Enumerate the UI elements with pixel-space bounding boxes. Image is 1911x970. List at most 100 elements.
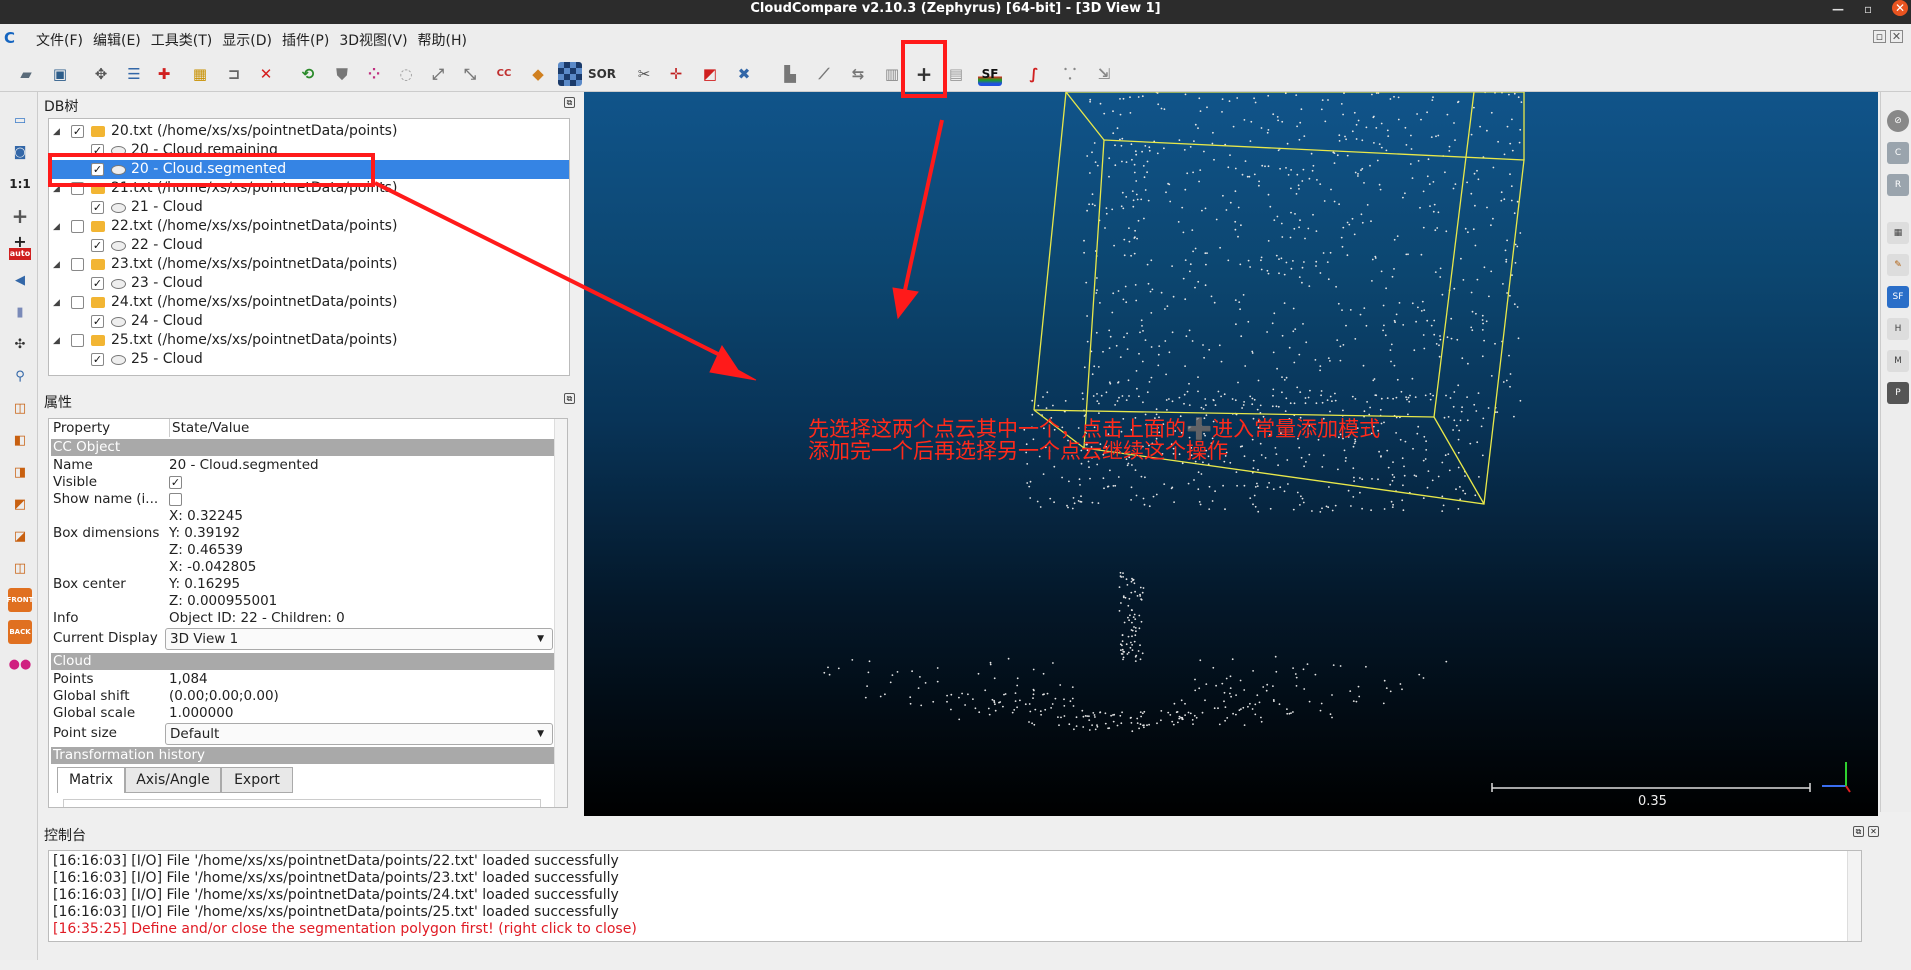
plugin-raster-icon[interactable]: R <box>1887 174 1909 196</box>
visible-checkbox[interactable]: ✓ <box>169 476 182 489</box>
histogram-icon[interactable]: ▙ <box>778 62 802 86</box>
expand-arrow-icon[interactable]: ◢ <box>53 222 63 232</box>
rotate-icon[interactable]: ◀ <box>8 268 32 292</box>
tree-checkbox[interactable] <box>71 334 84 347</box>
left-view-icon[interactable]: ◨ <box>8 460 32 484</box>
color-icon[interactable]: ⟲ <box>296 62 320 86</box>
properties-float-icon[interactable]: ⧉ <box>564 393 575 404</box>
merge-icon[interactable]: ▦ <box>188 62 212 86</box>
plugin-pcv-icon[interactable]: P <box>1887 382 1909 404</box>
delete-icon[interactable]: ✕ <box>254 62 278 86</box>
tree-cloud-item[interactable]: ✓ 21 - Cloud <box>49 198 569 217</box>
pivot-icon[interactable]: + <box>8 204 32 228</box>
distance-icon[interactable]: ⤡ <box>458 62 482 86</box>
tree-checkbox[interactable]: ✓ <box>91 277 104 290</box>
tree-cloud-item[interactable]: ✓ 22 - Cloud <box>49 236 569 255</box>
menu-3dview[interactable]: 3D视图(V) <box>339 30 407 50</box>
tree-checkbox[interactable]: ✓ <box>91 315 104 328</box>
pick-icon[interactable]: ✥ <box>89 62 113 86</box>
move-icon[interactable]: ✣ <box>8 332 32 356</box>
mdi-close-icon[interactable]: ✕ <box>1890 30 1903 43</box>
clone-icon[interactable]: ✚ <box>152 62 176 86</box>
expand-arrow-icon[interactable]: ◢ <box>53 260 63 270</box>
tree-checkbox[interactable] <box>71 296 84 309</box>
back-iso-button[interactable]: BACK <box>8 620 32 644</box>
sor-icon[interactable]: SOR <box>588 62 616 86</box>
menu-edit[interactable]: 编辑(E) <box>93 30 141 50</box>
camera-icon[interactable]: ◙ <box>8 140 32 164</box>
export-icon[interactable]: ⇲ <box>1092 62 1116 86</box>
plugin-film-icon[interactable]: ▦ <box>1887 222 1909 244</box>
open-icon[interactable]: ▰ <box>14 62 38 86</box>
plugin-brush-icon[interactable]: ✎ <box>1887 254 1909 276</box>
no-entry-icon[interactable]: ⊘ <box>1887 110 1909 132</box>
minmax-icon[interactable]: ⇆ <box>846 62 870 86</box>
front-iso-button[interactable]: FRONT <box>7 588 33 612</box>
point-size-select[interactable]: Default ▼ <box>165 723 553 745</box>
registration-icon[interactable]: ⤢ <box>426 62 450 86</box>
plugin-cloud-icon[interactable]: C <box>1887 142 1909 164</box>
tree-checkbox[interactable]: ✓ <box>91 353 104 366</box>
tab-matrix[interactable]: Matrix <box>57 767 125 793</box>
menu-tools[interactable]: 工具类(T) <box>151 30 212 50</box>
tree-file-item[interactable]: ◢ ✓ 20.txt (/home/xs/xs/pointnetData/point… <box>49 122 569 141</box>
close-icon[interactable]: ✕ <box>1892 0 1908 16</box>
stereo-icon[interactable]: ●● <box>8 652 32 676</box>
current-display-select[interactable]: 3D View 1 ▼ <box>165 628 553 650</box>
plugin-hpr-icon[interactable]: H <box>1887 318 1909 340</box>
console-scrollbar[interactable] <box>1847 851 1861 941</box>
plane-icon[interactable]: ◩ <box>698 62 722 86</box>
tab-axis-angle[interactable]: Axis/Angle <box>125 767 221 793</box>
calc-icon[interactable]: ▤ <box>944 62 968 86</box>
mesh-icon[interactable]: ◌ <box>394 62 418 86</box>
console-close-icon[interactable]: ✕ <box>1868 826 1879 837</box>
tree-checkbox[interactable]: ✓ <box>91 239 104 252</box>
cc-icon[interactable]: CC <box>492 62 516 86</box>
top-view-icon[interactable]: ◫ <box>8 396 32 420</box>
zoom-icon[interactable]: ⚲ <box>8 364 32 388</box>
tree-file-item[interactable]: ◢ 25.txt (/home/xs/xs/pointnetData/points… <box>49 331 569 350</box>
back-view-icon[interactable]: ◩ <box>8 492 32 516</box>
maximize-icon[interactable]: ▫ <box>1864 0 1872 18</box>
menu-file[interactable]: 文件(F) <box>36 30 83 50</box>
menu-help[interactable]: 帮助(H) <box>418 30 467 50</box>
fullscreen-icon[interactable]: ▭ <box>8 108 32 132</box>
normal-icon[interactable]: ⛊ <box>330 62 354 86</box>
plugin-sf-icon[interactable]: SF <box>1887 286 1909 308</box>
tree-checkbox[interactable] <box>71 258 84 271</box>
plugin-m3c2-icon[interactable]: M <box>1887 350 1909 372</box>
list-icon[interactable]: ☰ <box>122 62 146 86</box>
tree-cloud-item[interactable]: ✓ 24 - Cloud <box>49 312 569 331</box>
segment-icon[interactable]: ⊐ <box>222 62 246 86</box>
checker-icon[interactable] <box>558 62 582 86</box>
minimize-icon[interactable]: — <box>1832 0 1844 18</box>
sf-icon[interactable]: SF <box>978 62 1002 86</box>
tree-file-item[interactable]: ◢ 22.txt (/home/xs/xs/pointnetData/points… <box>49 217 569 236</box>
tree-cloud-item[interactable]: ✓ 25 - Cloud <box>49 350 569 369</box>
menu-plugins[interactable]: 插件(P) <box>282 30 329 50</box>
zoom-1to1-button[interactable]: 1:1 <box>8 172 32 196</box>
label-icon[interactable]: ∫ <box>1022 62 1046 86</box>
perspective-icon[interactable]: ▮ <box>8 300 32 324</box>
sample-icon[interactable]: ⁘ <box>362 62 386 86</box>
scalar-icon[interactable]: ◆ <box>526 62 550 86</box>
tree-checkbox[interactable]: ✓ <box>91 201 104 214</box>
plot-icon[interactable]: ⟋ <box>812 62 836 86</box>
menu-display[interactable]: 显示(D) <box>222 30 272 50</box>
expand-arrow-icon[interactable]: ◢ <box>53 127 63 137</box>
tree-file-item[interactable]: ◢ 23.txt (/home/xs/xs/pointnetData/points… <box>49 255 569 274</box>
cross-icon[interactable]: ✖ <box>732 62 756 86</box>
front-view-icon[interactable]: ◧ <box>8 428 32 452</box>
save-icon[interactable]: ▣ <box>48 62 72 86</box>
mdi-restore-icon[interactable]: ▫ <box>1873 30 1886 43</box>
expand-arrow-icon[interactable]: ◢ <box>53 336 63 346</box>
showname-checkbox[interactable] <box>169 493 182 506</box>
right-view-icon[interactable]: ◪ <box>8 524 32 548</box>
tree-cloud-item[interactable]: ✓ 23 - Cloud <box>49 274 569 293</box>
tab-export[interactable]: Export <box>221 767 293 793</box>
cloud-icon[interactable]: ⸪ <box>1058 62 1082 86</box>
tree-checkbox[interactable] <box>71 220 84 233</box>
bottom-view-icon[interactable]: ◫ <box>8 556 32 580</box>
dbtree-float-icon[interactable]: ⧉ <box>564 97 575 108</box>
expand-arrow-icon[interactable]: ◢ <box>53 298 63 308</box>
